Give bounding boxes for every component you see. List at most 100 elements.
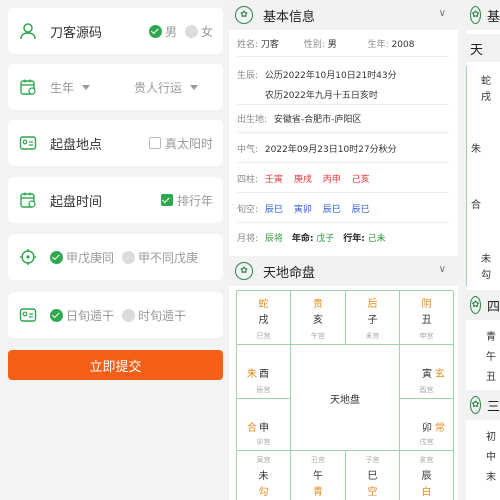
opt3-radio[interactable]: 日旬遁干 [50, 307, 114, 324]
pan-cell: 贵 亥 午宫 [291, 291, 346, 345]
palace-label: 辰宫 [256, 386, 271, 394]
god-label: 合 [247, 423, 257, 434]
compass-icon: ✿ [470, 396, 481, 414]
gender-male-radio[interactable]: 男 [148, 23, 177, 40]
pan-cell: 寅宫 未 勾 [237, 451, 291, 500]
branch-label: 丑 [421, 315, 432, 326]
basic-info-header[interactable]: ✿ 基本信息 ∨ [229, 0, 458, 30]
opt4-label: 时旬遁干 [138, 308, 187, 323]
center-label: 天地盘 [330, 395, 360, 406]
opt2-radio[interactable]: 甲不同戊庚 [122, 249, 198, 266]
gender-female-radio[interactable]: 女 [184, 23, 213, 40]
chevron-down-icon [190, 84, 199, 90]
pan-cell: 卯 常 戌宫 [400, 399, 454, 451]
name-key: 姓名: [237, 40, 259, 50]
pan-cell: 蛇 戌 巳宫 [237, 291, 291, 345]
pan-cell: 朱 酉 辰宫 [237, 345, 291, 399]
time-card: 起盘时间 排行年 [8, 177, 223, 223]
branch-label: 未 [481, 254, 491, 265]
opt1-label: 甲戊庚同 [66, 250, 115, 265]
luck-placeholder: 贵人行运 [134, 80, 183, 95]
right-panel-clipped: ✿ 基 天 蛇 戌 朱 合 未 勾 ✿ 四 青 午 丑 ✿ 三 初 中 末 [458, 0, 500, 500]
god-label: 后 [367, 299, 378, 310]
branch-label: 子 [367, 315, 378, 326]
compass-icon: ✿ [235, 262, 253, 280]
opt1-radio[interactable]: 甲戊庚同 [50, 249, 114, 266]
god-label: 合 [471, 200, 481, 211]
birth-year-select[interactable]: 生年 [50, 79, 122, 96]
true-solar-label: 真太阳时 [164, 136, 213, 151]
chevron-down-icon[interactable]: ∨ [439, 264, 446, 275]
palace-label: 午宫 [311, 332, 325, 340]
pillar-day: 丙申 [322, 175, 341, 185]
divider [237, 104, 449, 105]
opt4-radio[interactable]: 时旬遁干 [122, 307, 186, 324]
gender-female-label: 女 [200, 24, 213, 39]
time-input[interactable]: 起盘时间 [50, 191, 153, 210]
compass-icon: ✿ [470, 296, 481, 314]
name-val: 刀客 [260, 40, 279, 50]
app-root: 刀客源码 男 女 生年 贵人行运 起盘地点 真太阳时 起盘时间 排行年 甲戊庚同… [0, 0, 500, 500]
solar-date: 公历2022年10月10日21时43分 [264, 71, 397, 81]
submit-button[interactable]: 立即提交 [8, 350, 223, 380]
location-card-icon [18, 133, 38, 153]
calendar-icon [18, 77, 38, 97]
place-card: 起盘地点 真太阳时 [8, 120, 223, 166]
god-label: 蛇 [481, 76, 491, 87]
palace-label: 卯宫 [256, 438, 271, 446]
year-key: 生年: [367, 40, 389, 50]
pan-cell: 合 申 卯宫 [237, 399, 291, 451]
pan-title: 天地命盘 [263, 265, 316, 281]
true-solar-checkbox[interactable]: 真太阳时 [148, 135, 213, 152]
lunar-date: 农历2022年九月十五日亥时 [265, 91, 378, 101]
place-input[interactable]: 起盘地点 [50, 134, 141, 153]
branch-label: 未 [258, 471, 269, 482]
right-text: 中 [486, 452, 496, 463]
right-header-4[interactable]: ✿ 三 [466, 390, 500, 420]
god-label: 玄 [435, 369, 445, 380]
place-val: 安徽省-合肥市-庐阳区 [273, 115, 362, 125]
god-label: 勾 [481, 270, 491, 281]
pan-cell: 后 子 未宫 [346, 291, 400, 345]
god-label: 阴 [421, 299, 432, 310]
pan-grid: 蛇 戌 巳宫 贵 亥 午宫 后 子 未宫 阴 丑 申宫 朱 酉 辰宫 合 申 卯… [236, 290, 454, 500]
radio-checked-icon [148, 24, 162, 38]
gender-male-label: 男 [164, 24, 177, 39]
right-header-4-title: 三 [486, 399, 500, 415]
god-label: 朱 [471, 144, 481, 155]
order-checkbox[interactable]: 排行年 [160, 192, 213, 209]
right-text: 午 [486, 352, 496, 363]
right-header-1[interactable]: ✿ 基 [466, 0, 500, 30]
god-label: 常 [435, 423, 445, 434]
option-card-2: 日旬遁干 时旬遁干 [8, 292, 223, 338]
branch-label: 戌 [258, 315, 269, 326]
divider [237, 56, 449, 57]
birth-year-placeholder: 生年 [50, 80, 75, 95]
form-panel: 刀客源码 男 女 生年 贵人行运 起盘地点 真太阳时 起盘时间 排行年 甲戊庚同… [0, 0, 229, 500]
xunkong-row: 旬空: 辰巳 寅卯 辰巳 辰巳 [237, 202, 370, 215]
palace-label: 酉宫 [419, 386, 434, 394]
chevron-down-icon[interactable]: ∨ [439, 8, 446, 19]
divider [237, 222, 449, 223]
luck-select[interactable]: 贵人行运 [134, 79, 199, 96]
right-text: 初 [486, 432, 496, 443]
opt2-label: 甲不同戊庚 [138, 250, 199, 265]
right-text: 青 [486, 332, 496, 343]
name-input[interactable]: 刀客源码 [50, 22, 141, 41]
palace-label: 戌宫 [419, 438, 434, 446]
palace-label: 寅宫 [256, 456, 271, 464]
pillar-hour: 己亥 [351, 175, 370, 185]
lunar-row: 农历2022年九月十五日亥时 [265, 88, 378, 101]
pan-cell: 丑宫 午 青 [291, 451, 346, 500]
xing-val: 己未 [367, 234, 386, 244]
xing-key: 行年: [343, 234, 365, 244]
divider [237, 192, 449, 193]
god-label: 蛇 [258, 299, 269, 310]
pan-cell: 阴 丑 申宫 [400, 291, 454, 345]
pan-header[interactable]: ✿ 天地命盘 ∨ [229, 256, 458, 286]
right-pan-fragment: 蛇 戌 朱 合 未 勾 [466, 66, 500, 286]
right-header-3[interactable]: ✿ 四 [466, 290, 500, 320]
right-header-2[interactable]: 天 [466, 34, 500, 62]
month-row: 月将: 辰将 年命: 戊子 行年: 己未 [237, 231, 386, 244]
xunkong-key: 旬空: [237, 205, 259, 215]
